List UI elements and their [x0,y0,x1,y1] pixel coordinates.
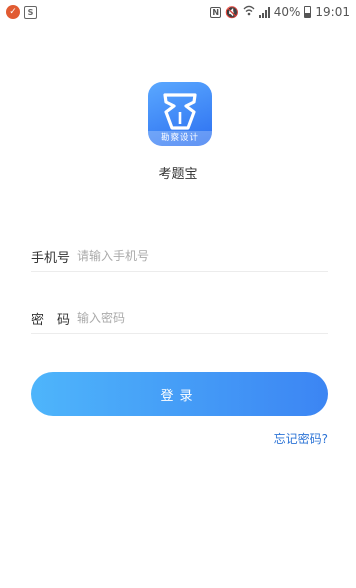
s-app-icon: S [24,5,37,19]
app-name: 考题宝 [158,167,198,182]
app-logo: 勘察设计 [148,82,212,146]
login-button[interactable]: 登录 [31,372,328,416]
mute-icon: 🔇 [225,5,239,19]
nfc-icon: N [210,6,222,18]
logo-caption: 勘察设计 [148,131,212,146]
phone-field: 手机号 [31,241,328,272]
forgot-password-link[interactable]: 忘记密码? [274,430,328,447]
password-input[interactable] [77,311,328,325]
status-bar: ✓ S N 🔇 40% 19:01 [0,0,356,24]
password-label: 密 码 [31,312,71,328]
signal-icon [258,6,270,18]
phone-input[interactable] [77,249,328,263]
wifi-icon [243,5,255,19]
phone-label: 手机号 [31,250,71,266]
clock: 19:01 [315,5,350,19]
battery-percent: 40% [273,5,301,19]
battery-icon [304,6,312,18]
check-badge-icon: ✓ [6,5,20,19]
password-field: 密 码 [31,303,328,334]
